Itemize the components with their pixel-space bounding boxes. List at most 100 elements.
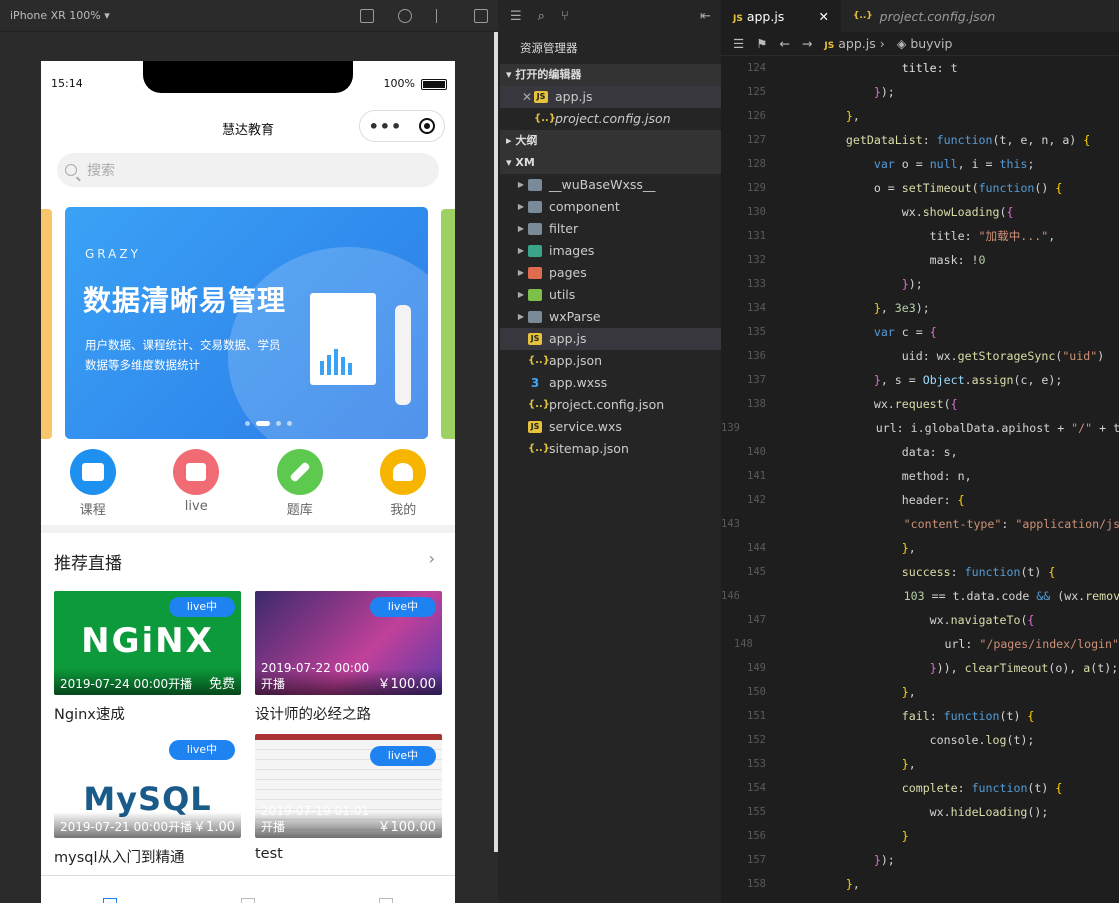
code-line[interactable]: 142 header: { [721, 488, 1119, 512]
code-line[interactable]: 134 }, 3e3); [721, 296, 1119, 320]
phone-icon[interactable] [360, 8, 374, 23]
open-editor-item[interactable]: ✕ JS app.js [500, 86, 721, 108]
course-card[interactable]: NGiNX live中 2019-07-24 00:00开播 免费 Nginx速… [54, 591, 241, 724]
open-editor-item[interactable]: {..} project.config.json [500, 108, 721, 130]
code-line[interactable]: 131 title: "加载中...", [721, 224, 1119, 248]
more-menu-button[interactable]: ••• [369, 117, 403, 136]
volume-icon[interactable] [436, 8, 450, 23]
category-label: 题库 [286, 503, 313, 518]
folder-item[interactable]: ▶ component [500, 196, 721, 218]
code-line[interactable]: 141 method: n, [721, 464, 1119, 488]
simulator-scrollbar[interactable] [494, 32, 498, 852]
code-line[interactable]: 133 }); [721, 272, 1119, 296]
code-line[interactable]: 148 url: "/pages/index/login" [721, 632, 1119, 656]
code-line[interactable]: 128 var o = null, i = this; [721, 152, 1119, 176]
device-selector[interactable]: iPhone XR 100% ▾ [10, 9, 336, 22]
course-card[interactable]: MySQL live中 2019-07-21 00:00开播 ￥1.00 mys… [54, 734, 241, 867]
bookmark-icon[interactable]: ⚑ [756, 36, 767, 51]
phone-notch [143, 61, 353, 93]
outline-section[interactable]: ▸ 大纲 [500, 130, 721, 152]
file-item[interactable]: 3 app.wxss [500, 372, 721, 394]
close-icon[interactable]: ✕ [520, 86, 534, 108]
back-arrow-icon[interactable]: ← [779, 36, 789, 51]
list-icon[interactable]: ☰ [733, 36, 744, 51]
code-line[interactable]: 140 data: s, [721, 440, 1119, 464]
folder-item[interactable]: ▶ utils [500, 284, 721, 306]
file-item[interactable]: JS app.js [500, 328, 721, 350]
section-title: 推荐直播 [54, 554, 122, 574]
code-line[interactable]: 137 }, s = Object.assign(c, e); [721, 368, 1119, 392]
category-mine[interactable]: 我的 [363, 449, 443, 518]
courses-tab-icon[interactable] [241, 898, 255, 903]
code-line[interactable]: 125 }); [721, 80, 1119, 104]
line-number: 134 [747, 302, 766, 314]
folder-item[interactable]: ▶ images [500, 240, 721, 262]
list-icon[interactable]: ☰ [510, 9, 522, 24]
code-line[interactable]: 158 }, [721, 872, 1119, 896]
code-line[interactable]: 144 }, [721, 536, 1119, 560]
file-item[interactable]: {..} sitemap.json [500, 438, 721, 460]
code-line[interactable]: 151 fail: function(t) { [721, 704, 1119, 728]
banner-slide[interactable]: GRAZY 数据清晰易管理 用户数据、课程统计、交易数据、学员数据等多维度数据统… [65, 207, 428, 439]
search-icon[interactable]: ⌕ [538, 9, 545, 24]
tab-app-js[interactable]: JS app.js ✕ [721, 0, 841, 32]
breadcrumb-file[interactable]: JS app.js › [824, 36, 884, 51]
chevron-right-icon[interactable]: › [429, 549, 435, 568]
folder-item[interactable]: ▶ pages [500, 262, 721, 284]
code-line[interactable]: 138 wx.request({ [721, 392, 1119, 416]
json-file-icon: {..} [528, 399, 550, 410]
code-line[interactable]: 147 wx.navigateTo({ [721, 608, 1119, 632]
code-line[interactable]: 155 wx.hideLoading(); [721, 800, 1119, 824]
code-line[interactable]: 130 wx.showLoading({ [721, 200, 1119, 224]
code-line[interactable]: 143 "content-type": "application/json" [721, 512, 1119, 536]
code-line[interactable]: 135 var c = { [721, 320, 1119, 344]
folder-item[interactable]: ▶ filter [500, 218, 721, 240]
code-line[interactable]: 149 })), clearTimeout(o), a(t); [721, 656, 1119, 680]
code-line[interactable]: 150 }, [721, 680, 1119, 704]
tab-project-config[interactable]: {..} project.config.json [841, 0, 1007, 32]
close-icon[interactable]: ✕ [819, 9, 829, 24]
profile-tab-icon[interactable] [379, 898, 393, 903]
project-section[interactable]: ▾ XM [500, 152, 721, 174]
course-card[interactable]: live中 2019-07-19 01:01开播 ￥100.00 test [255, 734, 442, 862]
collapse-panel-icon[interactable]: ⇤ [700, 9, 711, 24]
close-mini-program-button[interactable] [419, 118, 436, 134]
home-tab-icon[interactable] [103, 898, 117, 903]
code-line[interactable]: 127 getDataList: function(t, e, n, a) { [721, 128, 1119, 152]
code-line[interactable]: 129 o = setTimeout(function() { [721, 176, 1119, 200]
file-item[interactable]: JS service.wxs [500, 416, 721, 438]
course-card[interactable]: live中 2019-07-22 00:00开播 ￥100.00 设计师的必经之… [255, 591, 442, 724]
open-editors-section[interactable]: ▾ 打开的编辑器 [500, 64, 721, 86]
code-line[interactable]: 156 } [721, 824, 1119, 848]
code-area[interactable]: 124 title: t 125 }); 126 }, 127 getDataList… [721, 56, 1119, 903]
user-icon [380, 449, 427, 495]
code-line[interactable]: 132 mask: !0 [721, 248, 1119, 272]
category-live[interactable]: live [156, 449, 236, 518]
code-line[interactable]: 136 uid: wx.getStorageSync("uid") [721, 344, 1119, 368]
banner-carousel[interactable]: GRAZY 数据清晰易管理 用户数据、课程统计、交易数据、学员数据等多维度数据统… [41, 207, 455, 439]
category-question-bank[interactable]: 题库 [260, 449, 340, 518]
window-icon[interactable] [474, 8, 488, 23]
course-price: 免费 [208, 677, 235, 692]
folder-item[interactable]: ▶ wxParse [500, 306, 721, 328]
code-line[interactable]: 139 url: i.globalData.apihost + "/" + t, [721, 416, 1119, 440]
code-line[interactable]: 157 }); [721, 848, 1119, 872]
code-line[interactable]: 124 title: t [721, 56, 1119, 80]
forward-arrow-icon[interactable]: → [802, 36, 812, 51]
code-line[interactable]: 154 complete: function(t) { [721, 776, 1119, 800]
breadcrumb-symbol[interactable]: ◈ buyvip [897, 36, 953, 51]
branch-icon[interactable]: ⑂ [561, 9, 569, 24]
section-label: XM [515, 156, 535, 169]
folder-item[interactable]: ▶ __wuBaseWxss__ [500, 174, 721, 196]
file-item[interactable]: {..} project.config.json [500, 394, 721, 416]
record-icon[interactable] [398, 8, 412, 23]
js-file-icon: JS [824, 41, 835, 51]
code-line[interactable]: 126 }, [721, 104, 1119, 128]
code-line[interactable]: 153 }, [721, 752, 1119, 776]
code-line[interactable]: 152 console.log(t); [721, 728, 1119, 752]
category-courses[interactable]: 课程 [53, 449, 133, 518]
code-line[interactable]: 145 success: function(t) { [721, 560, 1119, 584]
code-line[interactable]: 146 103 == t.data.code && (wx.removeSt [721, 584, 1119, 608]
file-item[interactable]: {..} app.json [500, 350, 721, 372]
search-bar[interactable]: 搜索 [57, 153, 439, 187]
